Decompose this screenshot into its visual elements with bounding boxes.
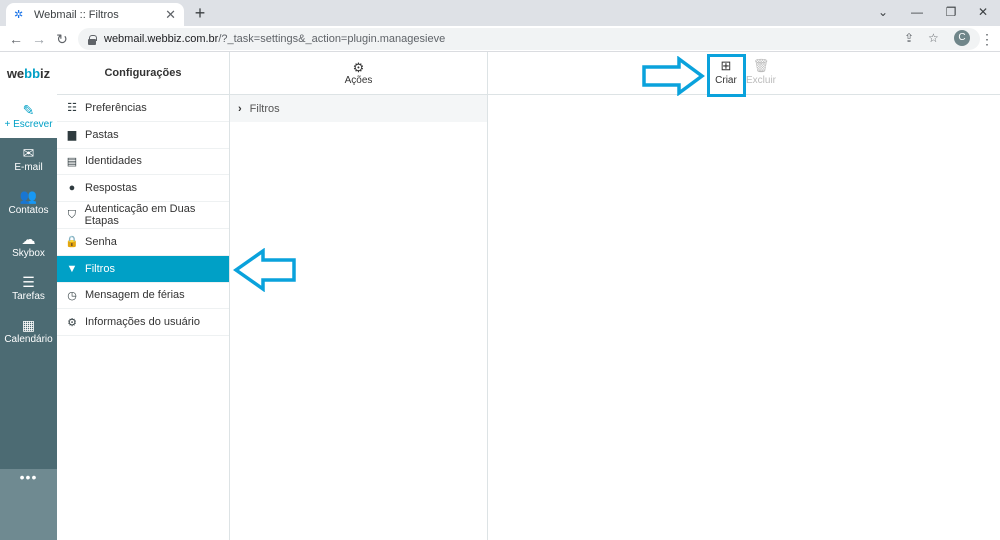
settings-header: Configurações <box>57 52 229 95</box>
tasks-icon: ☰ <box>22 274 35 290</box>
browser-menu-icon[interactable]: ⋮ <box>976 28 998 50</box>
settings-item-password[interactable]: 🔒 Senha <box>57 229 229 256</box>
webmail-favicon-icon: ✲ <box>14 8 24 21</box>
more-dots-icon: ••• <box>19 469 38 485</box>
filters-panel: ⚙ Ações › Filtros <box>230 52 488 540</box>
nav-email[interactable]: ✉ E-mail <box>0 138 57 181</box>
settings-item-folders[interactable]: ▆ Pastas <box>57 122 229 149</box>
settings-item-two-factor[interactable]: ⛉ Autenticação em Duas Etapas <box>57 202 229 229</box>
more-menu-button[interactable]: ••• <box>0 469 57 540</box>
restore-icon[interactable]: ❐ <box>934 0 968 26</box>
close-window-icon[interactable]: ✕ <box>966 0 1000 26</box>
url-bar[interactable]: webmail.webbiz.com.br/?_task=settings&_a… <box>78 28 980 50</box>
nav-contacts[interactable]: 👥 Contatos <box>0 181 57 224</box>
calendar-icon: ▦ <box>21 317 36 333</box>
filter-icon: ▼ <box>66 262 78 275</box>
settings-item-filters[interactable]: ▼ Filtros <box>57 255 229 283</box>
tab-search-icon[interactable]: ⌄ <box>866 0 900 26</box>
settings-list: ☷ Preferências ▆ Pastas ▤ Identidades ● … <box>57 95 229 337</box>
url-text: webmail.webbiz.com.br/?_task=settings&_a… <box>104 33 446 45</box>
clock-icon: ◷ <box>67 289 77 302</box>
compose-icon: ✎ <box>22 102 35 118</box>
new-tab-button[interactable]: + <box>190 3 210 23</box>
main-navigation: ✎ + Escrever ✉ E-mail 👥 Contatos ☁ Skybo… <box>0 95 57 540</box>
nav-calendar[interactable]: ▦ Calendário <box>0 310 57 353</box>
mail-icon: ✉ <box>22 145 35 161</box>
tab-title: Webmail :: Filtros <box>34 8 119 21</box>
settings-item-responses[interactable]: ● Respostas <box>57 175 229 203</box>
gear-icon: ⚙ <box>352 59 365 75</box>
webbiz-logo[interactable]: we bb iz <box>0 52 57 95</box>
lock-icon: 🔒 <box>65 236 79 249</box>
forward-icon[interactable]: → <box>28 28 50 50</box>
comment-icon: ● <box>68 182 76 195</box>
profile-avatar[interactable]: C <box>954 30 970 46</box>
browser-addressbar: ← → ↻ webmail.webbiz.com.br/?_task=setti… <box>0 26 1000 52</box>
webmail-app: we bb iz ✎ + Escrever ✉ E-mail 👥 Contatos … <box>0 52 1000 540</box>
folder-icon: ▆ <box>67 129 77 142</box>
contacts-icon: 👥 <box>19 188 38 204</box>
trash-icon: 🗑 <box>752 58 770 73</box>
settings-item-user-info[interactable]: ⚙ Informações do usuário <box>57 309 229 337</box>
compose-button[interactable]: ✎ + Escrever <box>0 95 57 138</box>
filter-set-row[interactable]: › Filtros <box>230 95 487 122</box>
arrow-left-annotation <box>233 248 296 292</box>
minimize-icon[interactable]: — <box>900 0 934 26</box>
gear-icon: ⚙ <box>67 316 77 329</box>
delete-button[interactable]: 🗑 Excluir <box>742 57 780 86</box>
cloud-icon: ☁ <box>21 231 36 247</box>
nav-skybox[interactable]: ☁ Skybox <box>0 224 57 267</box>
content-panel: ⊞ Criar 🗑 Excluir <box>488 52 1000 540</box>
reload-icon[interactable]: ↻ <box>51 28 73 50</box>
browser-tab[interactable]: ✲ Webmail :: Filtros ✕ <box>6 3 184 26</box>
browser-tabbar: ✲ Webmail :: Filtros ✕ + ⌄ — ❐ ✕ <box>0 0 1000 26</box>
share-icon[interactable]: ⇪ <box>904 31 914 45</box>
bookmark-star-icon[interactable]: ☆ <box>928 31 939 45</box>
close-tab-icon[interactable]: ✕ <box>165 7 176 23</box>
arrow-right-annotation <box>642 56 705 96</box>
create-highlight-box <box>707 54 746 97</box>
lock-icon <box>88 34 97 45</box>
settings-item-vacation[interactable]: ◷ Mensagem de férias <box>57 283 229 310</box>
shield-icon: ⛉ <box>67 208 76 221</box>
id-card-icon: ▤ <box>66 155 78 168</box>
settings-item-preferences[interactable]: ☷ Preferências <box>57 95 229 122</box>
back-icon[interactable]: ← <box>5 28 27 50</box>
nav-tasks[interactable]: ☰ Tarefas <box>0 267 57 310</box>
chevron-right-icon: › <box>238 102 242 115</box>
settings-item-identities[interactable]: ▤ Identidades <box>57 149 229 176</box>
actions-button[interactable]: ⚙ Ações <box>230 52 487 95</box>
settings-panel: Configurações ☷ Preferências ▆ Pastas ▤ … <box>57 52 230 540</box>
sliders-icon: ☷ <box>67 102 77 115</box>
